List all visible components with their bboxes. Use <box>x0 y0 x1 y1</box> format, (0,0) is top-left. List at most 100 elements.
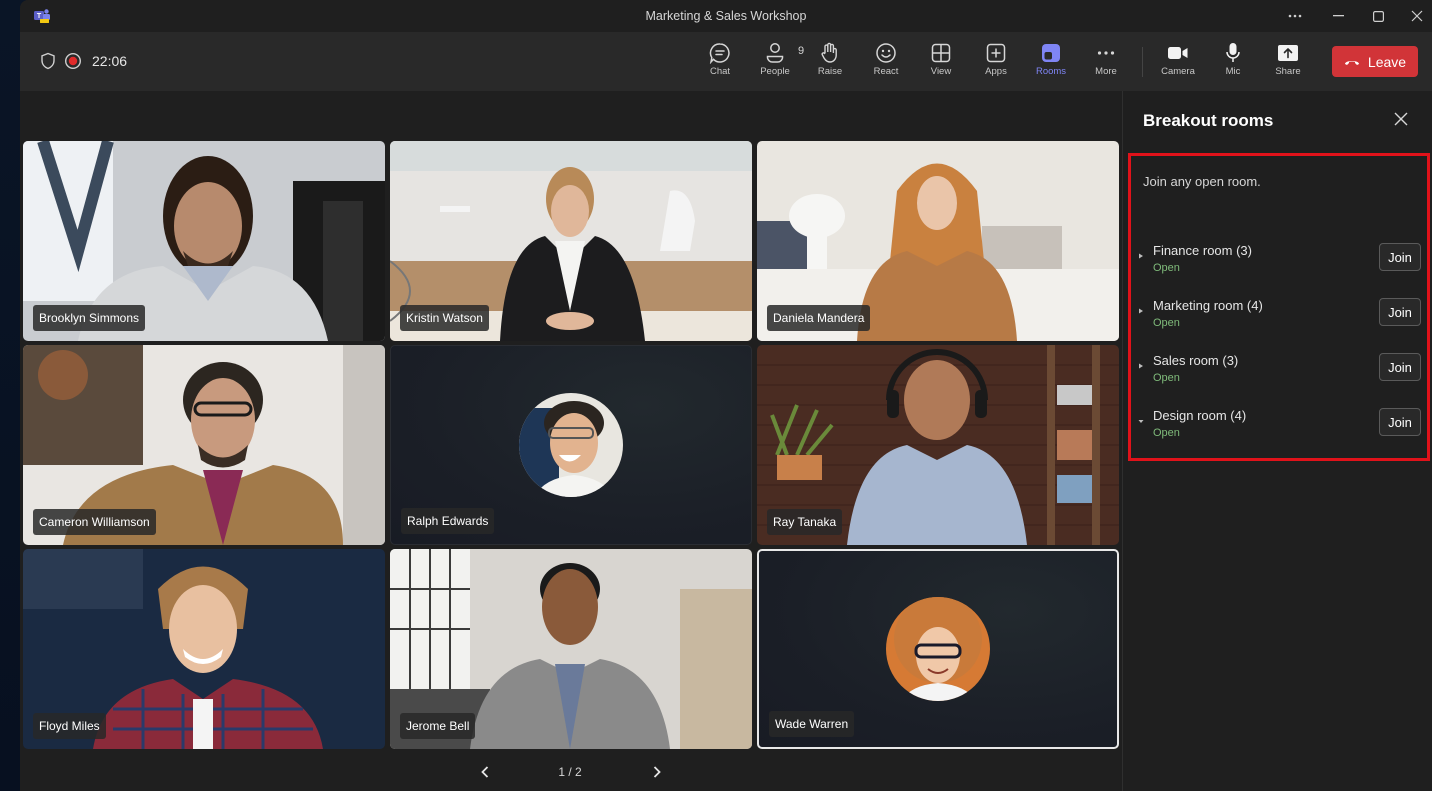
room-status: Open <box>1153 372 1180 384</box>
react-button[interactable]: React <box>861 42 911 84</box>
previous-page-button[interactable] <box>475 762 495 782</box>
more-icon <box>1097 51 1115 55</box>
close-panel-button[interactable] <box>1393 111 1411 129</box>
breakout-rooms-panel: Breakout rooms Join any open room. Finan… <box>1122 91 1432 791</box>
chat-label: Chat <box>709 66 731 77</box>
recording-icon <box>64 52 82 70</box>
video-gallery: Brooklyn Simmons Kristin Watson Daniela … <box>20 91 1122 791</box>
react-label: React <box>873 66 899 77</box>
share-icon <box>1278 45 1298 61</box>
video-tile[interactable]: Floyd Miles <box>23 549 385 749</box>
window-title: Marketing & Sales Workshop <box>645 9 807 23</box>
caret-right-icon[interactable] <box>1137 252 1145 260</box>
view-button[interactable]: View <box>916 42 966 84</box>
more-label: More <box>1095 66 1117 77</box>
shield-icon <box>41 52 55 70</box>
room-item-sales: Sales room (3) Open Join <box>1137 351 1421 391</box>
video-tile[interactable]: Brooklyn Simmons <box>23 141 385 341</box>
join-room-button[interactable]: Join <box>1379 353 1421 381</box>
rooms-label: Rooms <box>1035 66 1067 77</box>
camera-label: Camera <box>1161 66 1195 77</box>
minimize-button[interactable] <box>1318 0 1358 32</box>
maximize-icon <box>1372 10 1384 22</box>
camera-icon <box>1168 47 1188 59</box>
more-horizontal-icon <box>1288 14 1302 18</box>
caret-right-icon[interactable] <box>1137 307 1145 315</box>
meeting-timer: 22:06 <box>92 53 128 69</box>
panel-intro-text: Join any open room. <box>1143 174 1261 189</box>
view-label: View <box>930 66 952 77</box>
share-label: Share <box>1275 66 1301 77</box>
video-tile[interactable]: Daniela Mandera <box>757 141 1119 341</box>
apps-button[interactable]: Apps <box>971 42 1021 84</box>
toolbar-divider <box>1142 47 1143 77</box>
people-count: 9 <box>798 45 805 57</box>
maximize-button[interactable] <box>1358 0 1398 32</box>
participant-name: Brooklyn Simmons <box>33 305 146 331</box>
raise-label: Raise <box>817 66 843 77</box>
share-button[interactable]: Share <box>1263 42 1313 84</box>
participant-name: Floyd Miles <box>33 713 106 739</box>
chevron-right-icon <box>653 766 661 778</box>
participant-name: Cameron Williamson <box>33 509 156 535</box>
participant-avatar <box>886 597 990 701</box>
camera-button[interactable]: Camera <box>1153 42 1203 84</box>
room-status: Open <box>1153 262 1180 274</box>
people-label: People <box>760 66 790 77</box>
raise-hand-button[interactable]: Raise <box>805 42 855 84</box>
room-name: Finance room (3) <box>1153 243 1252 258</box>
room-item-marketing: Marketing room (4) Open Join <box>1137 296 1421 336</box>
panel-title: Breakout rooms <box>1143 111 1274 130</box>
smiley-icon <box>876 43 896 63</box>
close-icon <box>1394 112 1408 126</box>
close-icon <box>1411 10 1423 22</box>
join-room-button[interactable]: Join <box>1379 408 1421 436</box>
gallery-pager: 1 / 2 <box>20 762 1122 782</box>
video-tile[interactable]: Kristin Watson <box>390 141 752 341</box>
avatar-photo <box>886 597 990 701</box>
mic-button[interactable]: Mic <box>1208 42 1258 84</box>
mic-label: Mic <box>1225 66 1241 77</box>
chat-icon <box>709 43 730 64</box>
close-window-button[interactable] <box>1397 0 1432 32</box>
next-page-button[interactable] <box>647 762 667 782</box>
grid-view-icon <box>931 43 951 63</box>
meeting-info: 22:06 <box>40 52 127 70</box>
join-room-button[interactable]: Join <box>1379 298 1421 326</box>
teams-meeting-window: T Marketing & Sales Workshop 22:06 Chat … <box>20 0 1432 791</box>
add-app-icon <box>986 43 1006 63</box>
hang-up-icon <box>1344 60 1359 65</box>
join-room-button[interactable]: Join <box>1379 243 1421 271</box>
participant-avatar <box>519 393 623 497</box>
room-item-design: Design room (4) Open Join <box>1137 406 1421 446</box>
video-tile[interactable]: Ralph Edwards <box>390 345 752 545</box>
room-status: Open <box>1153 427 1180 439</box>
room-name: Marketing room (4) <box>1153 298 1263 313</box>
apps-label: Apps <box>985 66 1007 77</box>
room-item-finance: Finance room (3) Open Join <box>1137 241 1421 281</box>
caret-down-icon[interactable] <box>1137 417 1145 425</box>
rooms-icon <box>1042 44 1060 62</box>
people-icon <box>766 43 784 63</box>
chat-button[interactable]: Chat <box>695 42 745 84</box>
participant-name: Jerome Bell <box>400 713 476 739</box>
video-tile-selected[interactable]: Wade Warren <box>757 549 1119 749</box>
more-button[interactable]: More <box>1081 42 1131 84</box>
participant-name: Daniela Mandera <box>767 305 871 331</box>
participant-name: Kristin Watson <box>400 305 489 331</box>
leave-label: Leave <box>1367 53 1407 70</box>
caret-right-icon[interactable] <box>1137 362 1145 370</box>
video-tile[interactable]: Cameron Williamson <box>23 345 385 545</box>
leave-button[interactable]: Leave <box>1332 46 1418 77</box>
chevron-left-icon <box>481 766 489 778</box>
participant-name: Wade Warren <box>769 711 855 737</box>
room-status: Open <box>1153 317 1180 329</box>
rooms-button[interactable]: Rooms <box>1026 42 1076 84</box>
participant-name: Ray Tanaka <box>767 509 843 535</box>
video-tile[interactable]: Ray Tanaka <box>757 345 1119 545</box>
participant-name: Ralph Edwards <box>401 508 495 534</box>
more-options-button[interactable] <box>1275 0 1315 32</box>
video-tile[interactable]: Jerome Bell <box>390 549 752 749</box>
title-bar: T Marketing & Sales Workshop <box>20 0 1432 32</box>
people-button[interactable]: 9 People <box>750 42 804 84</box>
